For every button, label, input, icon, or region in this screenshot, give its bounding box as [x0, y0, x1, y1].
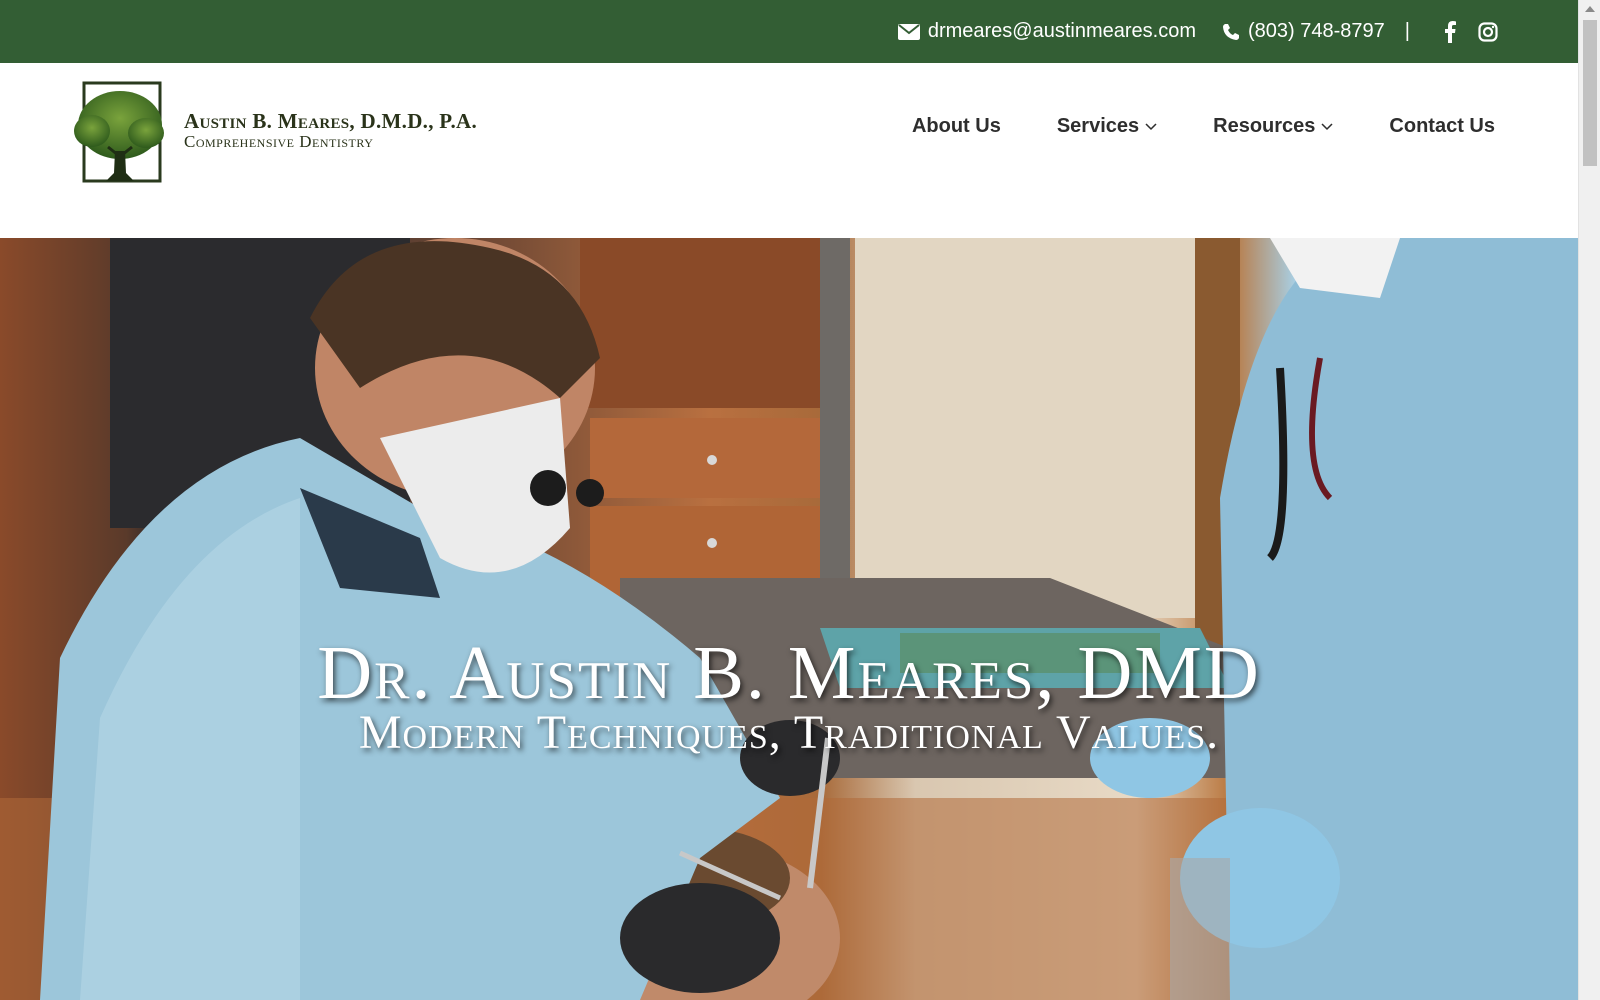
hero-banner: Dr. Austin B. Meares, DMD Modern Techniq… [0, 238, 1578, 1000]
email-text: drmeares@austinmeares.com [927, 20, 1197, 42]
separator: | [1404, 20, 1410, 42]
phone-link[interactable]: (803) 748-8797 [1222, 20, 1385, 43]
envelope-icon [897, 23, 920, 40]
top-contact-bar: drmeares@austinmeares.com (803) 748-8797… [0, 0, 1578, 63]
nav-item-label: Contact Us [1389, 115, 1495, 137]
phone-text: (803) 748-8797 [1248, 20, 1385, 42]
email-link[interactable]: drmeares@austinmeares.com [897, 20, 1197, 43]
nav-item-services[interactable]: Services [1057, 115, 1157, 138]
main-nav: About Us Services Resources Contact Us [856, 115, 1495, 138]
hero-photo [0, 238, 1578, 1000]
instagram-link[interactable] [1478, 21, 1498, 42]
instagram-icon [1478, 21, 1498, 42]
scrollbar-thumb[interactable] [1583, 20, 1597, 166]
site-logo[interactable]: Austin B. Meares, D.M.D., P.A. Comprehen… [70, 81, 477, 185]
chevron-down-icon [1145, 122, 1157, 130]
page: drmeares@austinmeares.com (803) 748-8797… [0, 0, 1600, 1000]
nav-item-label: About Us [911, 115, 1001, 137]
logo-subtitle: Comprehensive Dentistry [184, 131, 374, 151]
hero-tagline: Modern Techniques, Traditional Values. [358, 706, 1220, 759]
facebook-link[interactable] [1444, 20, 1456, 43]
hero-heading: Dr. Austin B. Meares, DMD Modern Techniq… [0, 631, 1578, 759]
chevron-down-icon [1321, 122, 1333, 130]
page-scrollbar[interactable] [1578, 0, 1600, 1000]
nav-item-label: Resources [1213, 115, 1316, 137]
nav-item-about-us[interactable]: About Us [912, 115, 1001, 138]
phone-icon [1223, 23, 1240, 40]
nav-item-label: Services [1056, 115, 1140, 137]
nav-item-contact-us[interactable]: Contact Us [1389, 115, 1495, 138]
site-header: Austin B. Meares, D.M.D., P.A. Comprehen… [0, 63, 1578, 238]
logo-name: Austin B. Meares, D.M.D., P.A. [184, 108, 478, 133]
nav-item-resources[interactable]: Resources [1213, 115, 1333, 138]
facebook-icon [1445, 20, 1456, 43]
scroll-up-arrow-icon[interactable] [1585, 6, 1595, 12]
hero-title: Dr. Austin B. Meares, DMD [317, 631, 1261, 715]
tree-icon [70, 81, 164, 185]
